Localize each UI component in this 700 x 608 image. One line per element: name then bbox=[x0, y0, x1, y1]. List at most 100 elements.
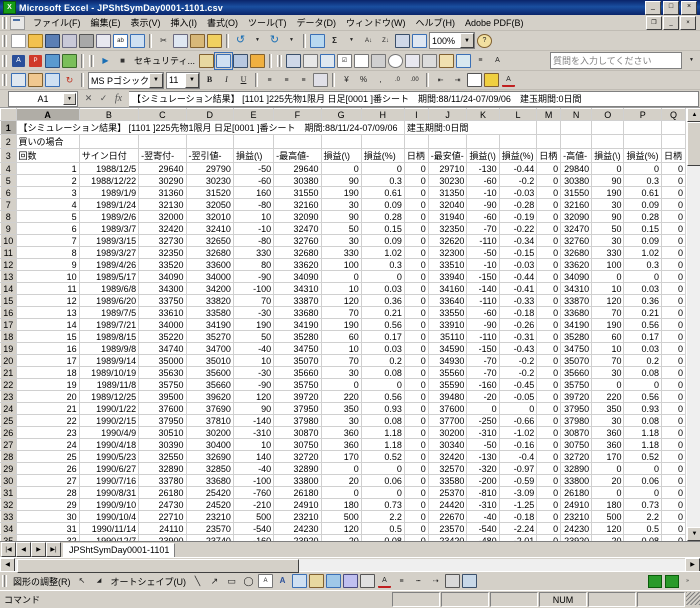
cell-B10[interactable]: 1989/3/15 bbox=[79, 234, 140, 247]
cell-P10[interactable]: 0.09 bbox=[623, 234, 663, 247]
align-icon[interactable]: ≡ bbox=[472, 53, 489, 69]
cell-K7[interactable]: -90 bbox=[466, 198, 500, 211]
decrease-decimal-icon[interactable]: .00 bbox=[406, 72, 423, 88]
horizontal-scroll-track[interactable] bbox=[15, 558, 685, 573]
column-header-d[interactable]: D bbox=[185, 108, 234, 121]
cell-E9[interactable]: -10 bbox=[233, 222, 275, 235]
cell-N12[interactable]: 33620 bbox=[560, 258, 593, 271]
cell-H2[interactable] bbox=[361, 134, 405, 149]
cell-M6[interactable]: 0 bbox=[536, 186, 562, 199]
cell-G10[interactable]: 30 bbox=[321, 234, 362, 247]
increase-decimal-icon[interactable]: .0 bbox=[389, 72, 406, 88]
security-label[interactable]: セキュリティ... bbox=[131, 54, 198, 67]
cell-P31[interactable]: 0 bbox=[623, 486, 663, 499]
cell-D27[interactable]: 30400 bbox=[186, 438, 234, 451]
cell-B14[interactable]: 1989/6/8 bbox=[79, 282, 140, 295]
cell-J29[interactable]: 32570 bbox=[428, 462, 468, 475]
cell-I19[interactable]: 0 bbox=[404, 342, 429, 355]
redo-icon[interactable]: ↻ bbox=[266, 33, 283, 49]
zoom-combo[interactable]: 100% ▼ bbox=[429, 32, 475, 49]
cell-A4[interactable]: 1 bbox=[16, 162, 80, 175]
cell-L10[interactable]: -0.34 bbox=[499, 234, 538, 247]
chart-wizard-icon[interactable] bbox=[394, 33, 411, 49]
cell-I7[interactable]: 0 bbox=[404, 198, 429, 211]
menu-edit[interactable]: 編集(E) bbox=[86, 16, 126, 30]
cell-I15[interactable]: 0 bbox=[404, 294, 429, 307]
select-arrow-icon[interactable]: ↖ bbox=[74, 573, 91, 589]
sort-ascending-icon[interactable]: A↓ bbox=[360, 33, 377, 49]
cell-I35[interactable]: 0 bbox=[404, 534, 429, 541]
cell-F13[interactable]: 34090 bbox=[273, 270, 322, 283]
header-cell-Q3[interactable]: 日柄 bbox=[661, 148, 686, 163]
row-header-30[interactable]: 30 bbox=[0, 474, 17, 487]
vertical-scroll-thumb[interactable] bbox=[687, 122, 700, 166]
cell-B13[interactable]: 1989/5/17 bbox=[79, 270, 140, 283]
cell-A6[interactable]: 3 bbox=[16, 186, 80, 199]
cell-O34[interactable]: 120 bbox=[591, 522, 625, 535]
cell-L29[interactable]: -0.97 bbox=[499, 462, 538, 475]
cell-I12[interactable]: 0 bbox=[404, 258, 429, 271]
cell-O32[interactable]: 180 bbox=[591, 498, 625, 511]
chevron-down-icon[interactable]: ▼ bbox=[185, 72, 199, 88]
cell-P26[interactable]: 1.18 bbox=[623, 426, 663, 439]
cell-P32[interactable]: 0.73 bbox=[623, 498, 663, 511]
row-header-29[interactable]: 29 bbox=[0, 462, 17, 475]
insert-function-icon[interactable]: fx bbox=[112, 92, 125, 105]
cell-E11[interactable]: 330 bbox=[233, 246, 275, 259]
row-header-17[interactable]: 17 bbox=[0, 318, 17, 331]
cell-K25[interactable]: -250 bbox=[466, 414, 500, 427]
cell-B25[interactable]: 1990/2/15 bbox=[79, 414, 140, 427]
question-dropdown-icon[interactable]: ▼ bbox=[683, 53, 700, 69]
cell-N22[interactable]: 35750 bbox=[560, 378, 593, 391]
cell-N9[interactable]: 32470 bbox=[560, 222, 593, 235]
cell-Q31[interactable]: 0 bbox=[661, 486, 686, 499]
cell-L30[interactable]: -0.59 bbox=[499, 474, 538, 487]
cell-G30[interactable]: 20 bbox=[321, 474, 362, 487]
resize-grip-icon[interactable] bbox=[686, 592, 700, 605]
cell-H9[interactable]: 0.15 bbox=[361, 222, 405, 235]
cell-K10[interactable]: -110 bbox=[466, 234, 500, 247]
cell-F16[interactable]: 33680 bbox=[273, 306, 322, 319]
cell-I5[interactable]: 0 bbox=[404, 174, 429, 187]
cell-C25[interactable]: 37950 bbox=[138, 414, 187, 427]
cell-K12[interactable]: -10 bbox=[466, 258, 500, 271]
cell-Q15[interactable]: 0 bbox=[661, 294, 686, 307]
header-cell-P3[interactable]: 損益(%) bbox=[623, 148, 663, 163]
row-header-2[interactable]: 2 bbox=[0, 134, 17, 149]
cell-M32[interactable]: 0 bbox=[536, 498, 562, 511]
cell-N20[interactable]: 35070 bbox=[560, 354, 593, 367]
cell-P27[interactable]: 1.18 bbox=[623, 438, 663, 451]
name-box[interactable]: A1 ▼ bbox=[8, 90, 78, 107]
cell-M16[interactable]: 0 bbox=[536, 306, 562, 319]
cell-O21[interactable]: 30 bbox=[591, 366, 625, 379]
scroll-right-button[interactable]: ▶ bbox=[685, 557, 700, 572]
doc-minimize-button[interactable]: _ bbox=[663, 15, 679, 30]
dash-style-icon[interactable]: ┅ bbox=[410, 573, 427, 589]
cell-D19[interactable]: 34700 bbox=[186, 342, 234, 355]
column-header-k[interactable]: K bbox=[466, 108, 500, 121]
increase-indent-icon[interactable]: ⇥ bbox=[449, 72, 466, 88]
cell-G7[interactable]: 30 bbox=[321, 198, 362, 211]
cell-A26[interactable]: 23 bbox=[16, 426, 80, 439]
diagram-icon[interactable] bbox=[291, 573, 308, 589]
cell-B15[interactable]: 1989/6/20 bbox=[79, 294, 140, 307]
header-cell-N3[interactable]: -高値- bbox=[560, 148, 593, 163]
column-header-e[interactable]: E bbox=[232, 108, 275, 121]
font-color-icon[interactable]: A bbox=[376, 573, 393, 589]
cell-M9[interactable]: 0 bbox=[536, 222, 562, 235]
arrow-style-icon[interactable]: ⇢ bbox=[427, 573, 444, 589]
last-sheet-button[interactable]: ▶| bbox=[46, 542, 61, 557]
font-name-combo[interactable]: MS Pゴシック ▼ bbox=[88, 71, 164, 89]
row-header-32[interactable]: 32 bbox=[0, 498, 17, 511]
row-header-18[interactable]: 18 bbox=[0, 330, 17, 343]
cell-Q21[interactable]: 0 bbox=[661, 366, 686, 379]
cell-J32[interactable]: 24420 bbox=[428, 498, 468, 511]
cell-J34[interactable]: 23570 bbox=[428, 522, 468, 535]
cell-H31[interactable]: 0 bbox=[361, 486, 405, 499]
design-mode-icon[interactable] bbox=[232, 53, 249, 69]
cell-L12[interactable]: -0.03 bbox=[499, 258, 538, 271]
redo-dropdown-icon[interactable]: ▼ bbox=[283, 33, 300, 49]
cell-B33[interactable]: 1990/10/4 bbox=[79, 510, 140, 523]
cell-H26[interactable]: 1.18 bbox=[361, 426, 405, 439]
cell-M5[interactable]: 0 bbox=[536, 174, 562, 187]
